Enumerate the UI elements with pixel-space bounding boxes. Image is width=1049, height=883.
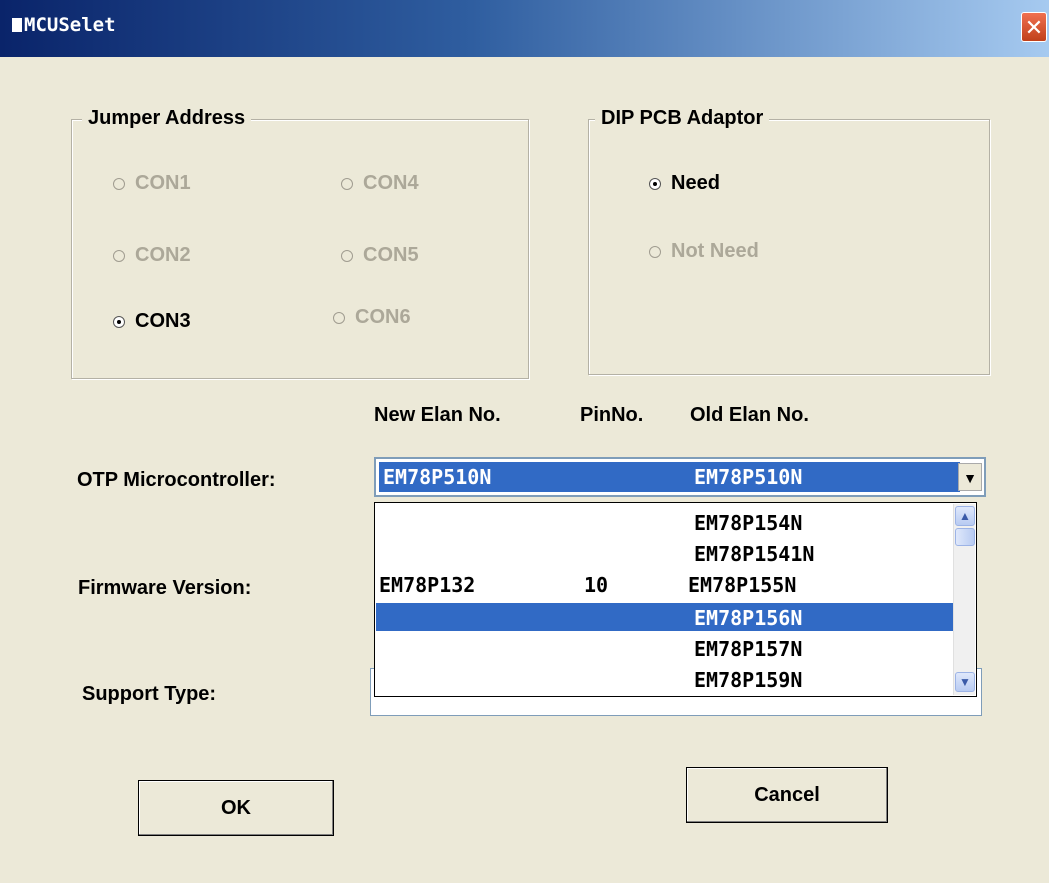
firmware-version-label: Firmware Version:	[78, 577, 252, 599]
window-title: MCUSelet	[12, 14, 116, 36]
item-old-elan: EM78P159N	[694, 668, 803, 692]
list-item[interactable]: EM78P159N	[376, 665, 953, 693]
radio-button-icon	[649, 177, 661, 190]
scrollbar-thumb[interactable]	[955, 528, 975, 546]
item-old-elan: EM78P1541N	[694, 542, 815, 566]
combo-selected-old: EM78P510N	[694, 465, 803, 489]
radio-label: CON6	[355, 306, 411, 328]
item-old-elan: EM78P154N	[694, 511, 803, 535]
cancel-button[interactable]: Cancel	[686, 767, 888, 823]
radio-label: Not Need	[671, 240, 759, 262]
combo-selected-new: EM78P510N	[383, 465, 492, 489]
close-icon: ✕	[1024, 15, 1044, 40]
radio-label: CON3	[135, 310, 191, 332]
scroll-down-icon: ▼	[959, 675, 971, 689]
radio-button-icon	[113, 249, 125, 262]
title-bar: MCUSelet ✕	[0, 0, 1049, 57]
ok-button[interactable]: OK	[138, 780, 334, 836]
column-new-elan: New Elan No.	[374, 404, 501, 426]
radio-con4[interactable]: CON4	[341, 172, 419, 195]
list-item[interactable]: EM78P132 10 EM78P155N	[376, 570, 953, 598]
column-pin-no: PinNo.	[580, 404, 644, 426]
list-item[interactable]: EM78P1541N	[376, 539, 953, 567]
otp-microcontroller-label: OTP Microcontroller:	[77, 469, 276, 491]
item-old-elan: EM78P157N	[694, 637, 803, 661]
item-old-elan: EM78P156N	[694, 606, 803, 630]
radio-button-icon	[341, 249, 353, 262]
radio-label: Need	[671, 172, 720, 194]
jumper-address-legend: Jumper Address	[82, 107, 252, 130]
mcu-select-dialog: MCUSelet ✕ Jumper Address CON1 CON4 CON2…	[0, 0, 1049, 883]
combo-dropdown-button[interactable]: ▼	[958, 463, 982, 491]
otp-microcontroller-select[interactable]: EM78P510N EM78P510N ▼	[374, 457, 986, 497]
radio-button-icon	[341, 177, 353, 190]
radio-button-icon	[333, 311, 345, 324]
item-new-elan: EM78P132	[379, 573, 476, 597]
scroll-down-button[interactable]: ▼	[955, 672, 975, 692]
list-item-selected[interactable]: EM78P156N	[376, 603, 953, 631]
radio-con3[interactable]: CON3	[113, 310, 191, 333]
support-type-label: Support Type:	[82, 683, 217, 705]
radio-con1[interactable]: CON1	[113, 172, 191, 195]
app-icon	[12, 18, 22, 32]
radio-label: CON4	[363, 172, 419, 194]
close-button[interactable]: ✕	[1021, 12, 1047, 42]
item-pin-no: 10	[584, 573, 609, 597]
dip-pcb-adaptor-legend: DIP PCB Adaptor	[595, 107, 770, 130]
radio-button-icon	[113, 315, 125, 328]
combo-selected-value: EM78P510N EM78P510N	[379, 462, 960, 492]
radio-button-icon	[649, 245, 661, 258]
radio-need[interactable]: Need	[649, 172, 720, 195]
radio-label: CON5	[363, 244, 419, 266]
scroll-up-button[interactable]: ▲	[955, 506, 975, 526]
column-old-elan: Old Elan No.	[690, 404, 809, 426]
jumper-address-group: Jumper Address CON1 CON4 CON2 CON5 CON3 …	[71, 107, 529, 379]
scroll-up-icon: ▲	[959, 509, 971, 523]
list-item[interactable]: EM78P157N	[376, 634, 953, 662]
chevron-down-icon: ▼	[963, 470, 977, 486]
radio-con6[interactable]: CON6	[333, 306, 411, 329]
dip-pcb-adaptor-group: DIP PCB Adaptor Need Not Need	[588, 107, 990, 375]
radio-button-icon	[113, 177, 125, 190]
otp-microcontroller-dropdown-list[interactable]: EM78P154N EM78P1541N EM78P132 10 EM78P15…	[374, 502, 977, 697]
list-item[interactable]: EM78P154N	[376, 508, 953, 536]
item-old-elan: EM78P155N	[688, 573, 797, 597]
radio-con2[interactable]: CON2	[113, 244, 191, 267]
radio-not-need[interactable]: Not Need	[649, 240, 759, 263]
dropdown-scrollbar[interactable]: ▲ ▼	[953, 504, 975, 695]
radio-con5[interactable]: CON5	[341, 244, 419, 267]
radio-label: CON2	[135, 244, 191, 266]
radio-label: CON1	[135, 172, 191, 194]
window-title-text: MCUSelet	[24, 14, 116, 36]
